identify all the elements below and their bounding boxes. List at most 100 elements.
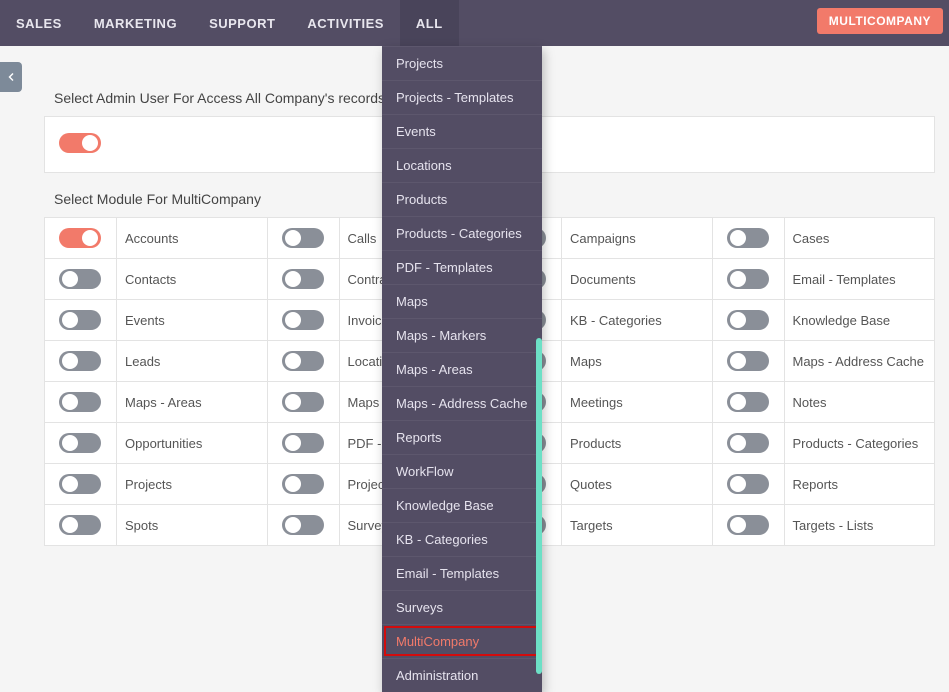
nav-all[interactable]: ALL	[400, 0, 459, 46]
module-toggle-cell	[268, 505, 340, 545]
module-toggle[interactable]	[727, 515, 769, 535]
module-label: Contacts	[117, 259, 268, 299]
module-toggle-cell	[713, 218, 785, 258]
module-toggle[interactable]	[282, 228, 324, 248]
dropdown-item[interactable]: Projects - Templates	[382, 80, 542, 114]
module-label: Products	[562, 423, 713, 463]
module-toggle[interactable]	[282, 310, 324, 330]
dropdown-item[interactable]: Knowledge Base	[382, 488, 542, 522]
module-label: Products - Categories	[785, 423, 935, 463]
module-toggle[interactable]	[59, 351, 101, 371]
module-toggle-cell	[268, 300, 340, 340]
dropdown-item[interactable]: PDF - Templates	[382, 250, 542, 284]
dropdown-item[interactable]: Maps - Address Cache	[382, 386, 542, 420]
module-label: Meetings	[562, 382, 713, 422]
module-toggle[interactable]	[282, 433, 324, 453]
module-label: Campaigns	[562, 218, 713, 258]
module-label: Email - Templates	[785, 259, 935, 299]
dropdown-item[interactable]: Locations	[382, 148, 542, 182]
module-toggle-cell	[713, 341, 785, 381]
dropdown-item[interactable]: Products	[382, 182, 542, 216]
module-label: Spots	[117, 505, 268, 545]
module-toggle-cell	[45, 382, 117, 422]
module-toggle[interactable]	[727, 474, 769, 494]
module-toggle-cell	[45, 423, 117, 463]
module-toggle-cell	[268, 218, 340, 258]
module-toggle-cell	[713, 382, 785, 422]
module-toggle[interactable]	[727, 310, 769, 330]
all-menu-dropdown: ProjectsProjects - TemplatesEventsLocati…	[382, 46, 542, 692]
module-label: KB - Categories	[562, 300, 713, 340]
module-toggle[interactable]	[282, 474, 324, 494]
nav-sales[interactable]: SALES	[0, 0, 78, 46]
module-label: Projects	[117, 464, 268, 504]
module-toggle[interactable]	[59, 269, 101, 289]
dropdown-item[interactable]: Maps - Areas	[382, 352, 542, 386]
module-label: Events	[117, 300, 268, 340]
dropdown-item[interactable]: Maps	[382, 284, 542, 318]
module-toggle-cell	[45, 505, 117, 545]
module-label: Maps	[562, 341, 713, 381]
module-toggle[interactable]	[59, 515, 101, 535]
module-toggle[interactable]	[59, 310, 101, 330]
dropdown-item[interactable]: Events	[382, 114, 542, 148]
nav-activities[interactable]: ACTIVITIES	[291, 0, 400, 46]
module-toggle-cell	[268, 259, 340, 299]
module-toggle-cell	[268, 423, 340, 463]
module-label: Reports	[785, 464, 935, 504]
dropdown-item[interactable]: Surveys	[382, 590, 542, 624]
module-label: Opportunities	[117, 423, 268, 463]
module-toggle-cell	[45, 464, 117, 504]
module-toggle[interactable]	[727, 433, 769, 453]
module-toggle[interactable]	[282, 351, 324, 371]
module-toggle[interactable]	[282, 269, 324, 289]
module-label: Targets	[562, 505, 713, 545]
nav-support[interactable]: SUPPORT	[193, 0, 291, 46]
module-toggle-cell	[713, 505, 785, 545]
module-toggle-cell	[45, 259, 117, 299]
module-toggle[interactable]	[727, 269, 769, 289]
dropdown-scrollbar[interactable]	[536, 338, 542, 674]
dropdown-item[interactable]: Projects	[382, 46, 542, 80]
module-toggle[interactable]	[727, 392, 769, 412]
module-toggle-cell	[45, 300, 117, 340]
module-toggle[interactable]	[727, 351, 769, 371]
module-toggle-cell	[713, 300, 785, 340]
module-toggle-cell	[713, 423, 785, 463]
module-toggle-cell	[45, 341, 117, 381]
dropdown-item[interactable]: Email - Templates	[382, 556, 542, 590]
module-label: Cases	[785, 218, 935, 258]
module-toggle[interactable]	[59, 433, 101, 453]
module-toggle[interactable]	[282, 515, 324, 535]
multicompany-badge[interactable]: MULTICOMPANY	[817, 8, 943, 34]
module-toggle-cell	[268, 341, 340, 381]
nav-marketing[interactable]: MARKETING	[78, 0, 193, 46]
module-label: Quotes	[562, 464, 713, 504]
module-toggle[interactable]	[727, 228, 769, 248]
module-label: Notes	[785, 382, 935, 422]
module-label: Leads	[117, 341, 268, 381]
module-toggle[interactable]	[59, 392, 101, 412]
collapse-sidebar-button[interactable]	[0, 62, 22, 92]
module-label: Maps - Address Cache	[785, 341, 935, 381]
module-toggle[interactable]	[59, 228, 101, 248]
module-toggle-cell	[713, 464, 785, 504]
top-nav: SALES MARKETING SUPPORT ACTIVITIES ALL M…	[0, 0, 949, 46]
module-label: Knowledge Base	[785, 300, 935, 340]
dropdown-item[interactable]: Products - Categories	[382, 216, 542, 250]
module-toggle[interactable]	[59, 474, 101, 494]
admin-user-toggle[interactable]	[59, 133, 101, 153]
module-toggle-cell	[268, 464, 340, 504]
module-label: Documents	[562, 259, 713, 299]
module-toggle[interactable]	[282, 392, 324, 412]
module-label: Accounts	[117, 218, 268, 258]
dropdown-item[interactable]: Administration	[382, 658, 542, 692]
module-label: Maps - Areas	[117, 382, 268, 422]
module-toggle-cell	[713, 259, 785, 299]
dropdown-item[interactable]: WorkFlow	[382, 454, 542, 488]
module-toggle-cell	[45, 218, 117, 258]
dropdown-item[interactable]: MultiCompany	[382, 624, 542, 658]
dropdown-item[interactable]: Reports	[382, 420, 542, 454]
dropdown-item[interactable]: KB - Categories	[382, 522, 542, 556]
dropdown-item[interactable]: Maps - Markers	[382, 318, 542, 352]
